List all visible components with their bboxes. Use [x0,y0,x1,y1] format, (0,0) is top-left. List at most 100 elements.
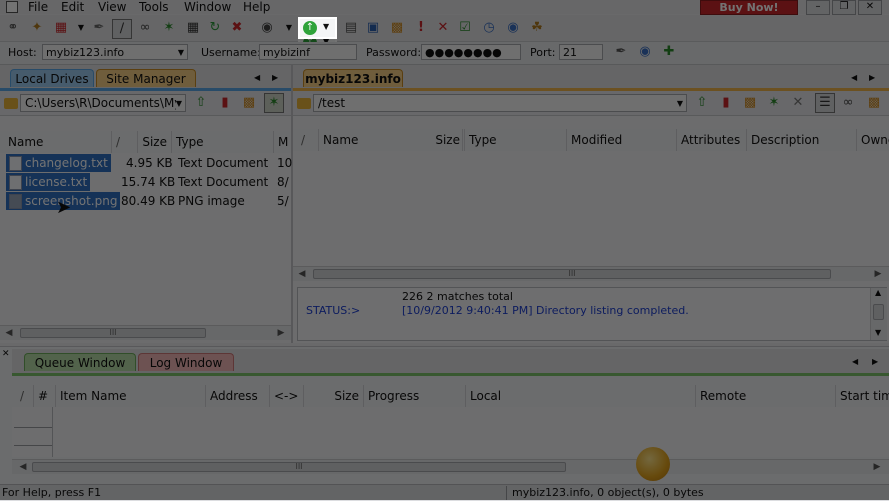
remote-scroll-thumb[interactable]: III [313,269,831,279]
col-sort[interactable]: / [112,131,138,153]
menu-edit[interactable]: Edit [61,0,84,14]
download-icon[interactable]: ◉ [258,19,276,37]
restore-icon[interactable]: ❐ [832,0,856,15]
password-input[interactable]: ●●●●●●●● [421,44,521,60]
dropdown-arrow-icon[interactable]: ▼ [72,19,90,37]
col-local[interactable]: Local [466,385,696,407]
local-new-folder-icon[interactable]: ▩ [240,94,258,112]
col-sort[interactable]: / [12,385,34,407]
remote-sync-icon[interactable]: ✶ [765,94,783,112]
file-name[interactable]: changelog.txt [6,154,111,172]
bookmark-icon[interactable]: ▮ [216,94,234,112]
col-attributes[interactable]: Attributes [677,129,747,151]
col-type[interactable]: Type [465,129,567,151]
col-modified[interactable]: Modified [567,129,677,151]
menu-window[interactable]: Window [184,0,231,14]
remote-path-input[interactable]: /test ▼ [313,94,687,112]
remote-delete-icon[interactable]: ✕ [789,94,807,112]
col-size[interactable]: Size [304,385,364,407]
exclamation-icon[interactable]: ! [412,19,430,37]
local-path-input[interactable]: C:\Users\R\Documents\My ▼ [20,94,186,112]
download-dropdown-icon[interactable]: ▼ [280,19,298,37]
col-progress[interactable]: Progress [364,385,466,407]
remote-horizontal-scrollbar[interactable]: ◀ III ▶ [293,266,889,281]
remote-tab-scroll-right-icon[interactable]: ▶ [869,73,875,82]
username-input[interactable]: mybizinf [259,44,357,60]
menu-file[interactable]: File [28,0,48,14]
plug-icon[interactable]: ✒ [90,19,108,37]
queue-scroll-left-icon[interactable]: ◀ [16,460,30,474]
support-icon[interactable]: ☘ [528,19,546,37]
tab-remote-site[interactable]: mybiz123.info [303,69,403,87]
minimize-icon[interactable]: – [806,0,830,15]
history-icon[interactable]: ◷ [480,19,498,37]
tab-log-window[interactable]: Log Window [138,353,234,371]
sync-icon[interactable]: ✶ [160,19,178,37]
delete-icon[interactable]: ✕ [434,19,452,37]
local-sync-icon[interactable]: ✶ [264,93,284,113]
tab-scroll-right-icon[interactable]: ▶ [272,73,278,82]
queue-scroll-right-icon[interactable]: ▶ [870,460,884,474]
file-row[interactable]: changelog.txt 4.95 KB Text Document 10 [6,154,292,172]
edit-file-icon[interactable]: ▤ [342,19,360,37]
close-queue-icon[interactable]: ✕ [2,349,10,359]
log-vertical-scrollbar[interactable]: ▲ ▼ [870,288,887,340]
log-scroll-thumb[interactable] [873,304,884,320]
col-number[interactable]: # [34,385,56,407]
view-mode-icon[interactable]: ☰ [815,93,835,113]
local-horizontal-scrollbar[interactable]: ◀ III ▶ [0,325,291,340]
queue-tab-scroll-left-icon[interactable]: ◀ [852,357,858,366]
new-folder-icon[interactable]: ▩ [388,19,406,37]
remote-tab-scroll-left-icon[interactable]: ◀ [851,73,857,82]
quick-connect-icon[interactable]: ✒ [612,43,630,61]
upload-highlight-dropdown-icon[interactable]: ▼ [323,22,329,31]
host-dropdown-icon[interactable]: ▼ [178,45,184,61]
port-input[interactable]: 21 [559,44,603,60]
col-size[interactable]: Size [405,129,465,151]
col-start-time[interactable]: Start tim [836,385,889,407]
menu-view[interactable]: View [98,0,126,14]
col-item-name[interactable]: Item Name [56,385,206,407]
new-site-icon[interactable]: ▦ [52,19,70,37]
scroll-left-icon[interactable]: ◀ [2,326,16,340]
col-remote[interactable]: Remote [696,385,836,407]
col-owner[interactable]: Owne [857,129,889,151]
col-sort[interactable]: / [293,129,319,151]
col-modified[interactable]: M [274,131,291,153]
properties-icon[interactable]: ☑ [456,19,474,37]
log-scroll-up-icon[interactable]: ▲ [875,288,881,297]
file-row[interactable]: license.txt 15.74 KB Text Document 8/ [6,173,291,191]
remote-extra-icon[interactable]: ▩ [865,94,883,112]
remote-bookmark-icon[interactable]: ▮ [717,94,735,112]
parent-folder-icon[interactable]: ⇧ [192,94,210,112]
tab-scroll-left-icon[interactable]: ◀ [254,73,260,82]
col-direction[interactable]: <-> [270,385,304,407]
link-icon[interactable]: ∞ [136,19,154,37]
file-row[interactable]: screenshot.png 80.49 KB PNG image 5/ [6,192,291,210]
menu-tools[interactable]: Tools [139,0,169,14]
buy-now-button[interactable]: Buy Now! [700,0,798,15]
tab-queue-window[interactable]: Queue Window [24,353,136,371]
col-description[interactable]: Description [747,129,857,151]
scroll-thumb[interactable]: III [20,328,206,338]
col-name[interactable]: Name [0,131,112,153]
upload-button-highlight[interactable]: ↑ ▼ [298,17,337,39]
remote-new-folder-icon[interactable]: ▩ [741,94,759,112]
remote-scroll-left-icon[interactable]: ◀ [295,267,309,281]
queue-scroll-thumb[interactable]: III [32,462,566,472]
refresh-icon[interactable]: ↻ [206,19,224,37]
tab-site-manager[interactable]: Site Manager [96,69,196,87]
wand-icon[interactable]: ✦ [28,19,46,37]
disconnect-icon[interactable]: ∕ [112,19,132,39]
host-input[interactable]: mybiz123.info ▼ [42,44,188,60]
anonymous-icon[interactable]: ◉ [636,43,654,61]
remote-path-dropdown-icon[interactable]: ▼ [677,95,683,111]
menu-help[interactable]: Help [243,0,270,14]
stop-icon[interactable]: ✖ [228,19,246,37]
view-file-icon[interactable]: ▣ [364,19,382,37]
grid-icon[interactable]: ▦ [184,19,202,37]
connect-icon[interactable]: ⚭ [4,19,22,37]
add-site-icon[interactable]: ✚ [660,43,678,61]
col-type[interactable]: Type [172,131,274,153]
remote-link-icon[interactable]: ∞ [839,94,857,112]
